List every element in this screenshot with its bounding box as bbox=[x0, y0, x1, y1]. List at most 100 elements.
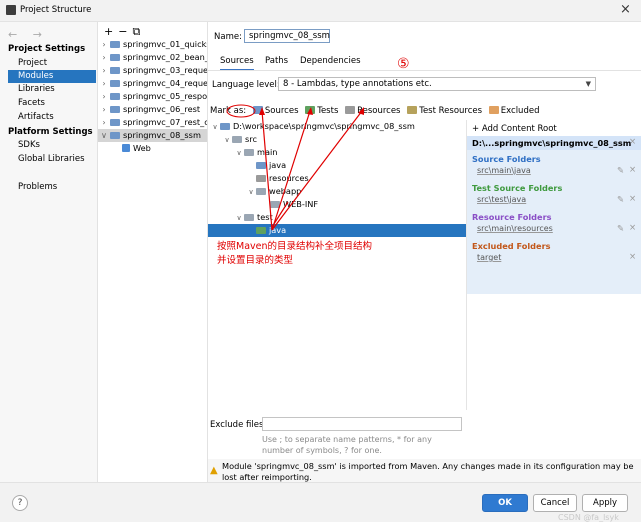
nav-item-modules[interactable]: Modules bbox=[8, 70, 96, 83]
step-number-circle: ⑤ bbox=[397, 56, 410, 72]
resources-folder-icon bbox=[345, 106, 356, 114]
tree-row[interactable]: ∨ test bbox=[208, 211, 466, 224]
module-icon bbox=[110, 106, 120, 113]
content-root-path: D:\...springmvc\springmvc_08_ssm bbox=[472, 138, 632, 148]
module-item[interactable]: ›springmvc_07_rest_case bbox=[98, 116, 207, 129]
close-icon[interactable]: × bbox=[629, 165, 636, 175]
module-icon bbox=[110, 67, 120, 74]
edit-icon[interactable]: ✎ bbox=[617, 195, 624, 205]
module-icon bbox=[110, 41, 120, 48]
close-icon[interactable]: × bbox=[629, 252, 636, 262]
chevron-right-icon[interactable]: › bbox=[98, 103, 110, 116]
resources-folder-icon bbox=[256, 175, 266, 182]
chevron-right-icon[interactable]: › bbox=[98, 51, 110, 64]
chevron-right-icon[interactable]: › bbox=[98, 77, 110, 90]
module-item[interactable]: ›springmvc_03_request_mapping bbox=[98, 64, 207, 77]
nav-item-facets[interactable]: Facets bbox=[8, 97, 96, 110]
tree-row[interactable]: java bbox=[208, 159, 466, 172]
exclude-files-input[interactable] bbox=[262, 417, 462, 431]
module-icon bbox=[110, 54, 120, 61]
close-icon[interactable]: × bbox=[620, 2, 631, 17]
watermark: CSDN @fa_lsyk bbox=[558, 513, 619, 522]
nav-item-global-libraries[interactable]: Global Libraries bbox=[8, 153, 96, 166]
module-icon bbox=[110, 93, 120, 100]
tree-row[interactable]: resources bbox=[208, 172, 466, 185]
remove-module-icon[interactable]: − bbox=[118, 25, 132, 38]
tree-row[interactable]: ∨ webapp bbox=[208, 185, 466, 198]
test-folder-icon bbox=[256, 227, 266, 234]
add-content-root-link[interactable]: + Add Content Root bbox=[472, 124, 557, 134]
resource-folder-path: src\main\resources bbox=[477, 224, 553, 233]
tree-row[interactable]: ∨ src bbox=[208, 133, 466, 146]
tab-sources[interactable]: Sources bbox=[220, 56, 254, 71]
apply-button[interactable]: Apply bbox=[582, 494, 628, 512]
window-title: Project Structure bbox=[20, 5, 92, 15]
tests-folder-icon bbox=[305, 106, 316, 114]
module-item[interactable]: ›springmvc_01_quickstart bbox=[98, 38, 207, 51]
exclude-files-label: Exclude files: bbox=[210, 420, 267, 430]
mark-tests-button[interactable]: Tests bbox=[305, 104, 338, 118]
tree-row[interactable]: ∨ D:\workspace\springmvc\springmvc_08_ssm bbox=[208, 120, 466, 133]
module-item[interactable]: › springmvc_06_rest bbox=[98, 103, 207, 116]
folder-icon bbox=[244, 149, 254, 156]
nav-item-sdks[interactable]: SDKs bbox=[8, 139, 96, 152]
content-root-header[interactable]: D:\...springmvc\springmvc_08_ssm × bbox=[467, 136, 641, 150]
mark-resources-button[interactable]: Resources bbox=[345, 104, 401, 118]
copy-module-icon[interactable]: ⧉ bbox=[132, 25, 145, 38]
nav-item-project[interactable]: Project bbox=[8, 57, 96, 70]
language-level-select[interactable]: 8 - Lambdas, type annotations etc. ▼ bbox=[278, 77, 596, 91]
web-facet-icon bbox=[122, 144, 130, 152]
root-details: Source Folders src\main\java ✎ × Test So… bbox=[467, 150, 641, 294]
mark-excluded-button[interactable]: Excluded bbox=[488, 104, 539, 118]
sources-folder-icon bbox=[256, 162, 266, 169]
mark-test-resources-button[interactable]: Test Resources bbox=[407, 104, 482, 118]
annotation-line-1: 按照Maven的目录结构补全项目结构 bbox=[217, 241, 373, 252]
resource-folders-title: Resource Folders bbox=[472, 212, 552, 222]
module-item-selected[interactable]: ∨ springmvc_08_ssm bbox=[98, 129, 207, 142]
folder-icon bbox=[232, 136, 242, 143]
close-icon[interactable]: × bbox=[629, 223, 636, 233]
close-icon[interactable]: × bbox=[629, 137, 636, 147]
folder-icon bbox=[270, 201, 280, 208]
help-button[interactable]: ? bbox=[12, 495, 28, 511]
warning-icon: ▲ bbox=[210, 465, 218, 476]
module-icon bbox=[110, 132, 120, 139]
folder-icon bbox=[256, 188, 266, 195]
back-forward-icons[interactable]: ← → bbox=[8, 28, 48, 41]
chevron-right-icon[interactable]: › bbox=[98, 64, 110, 77]
close-icon[interactable]: × bbox=[629, 194, 636, 204]
mark-sources-button[interactable]: Sources bbox=[252, 104, 299, 118]
module-item[interactable]: ›springmvc_02_bean_load bbox=[98, 51, 207, 64]
sources-folder-icon bbox=[252, 106, 263, 114]
edit-icon[interactable]: ✎ bbox=[617, 224, 624, 234]
edit-icon[interactable]: ✎ bbox=[617, 166, 624, 176]
modules-panel: +−⧉ ›springmvc_01_quickstart ›springmvc_… bbox=[98, 22, 208, 482]
chevron-right-icon[interactable]: › bbox=[98, 38, 110, 51]
add-module-icon[interactable]: + bbox=[104, 25, 118, 38]
dialog-footer: ? OK Cancel Apply CSDN @fa_lsyk bbox=[0, 482, 641, 522]
excluded-folder-path: target bbox=[477, 253, 502, 262]
excluded-folders-title: Excluded Folders bbox=[472, 241, 551, 251]
nav-item-problems[interactable]: Problems bbox=[8, 181, 96, 194]
tree-row[interactable]: ∨ main bbox=[208, 146, 466, 159]
chevron-down-icon[interactable]: ∨ bbox=[98, 129, 110, 142]
title-bar: Project Structure × bbox=[0, 0, 641, 22]
module-child-web[interactable]: Web bbox=[98, 142, 207, 155]
nav-item-artifacts[interactable]: Artifacts bbox=[8, 111, 96, 124]
module-item[interactable]: ›springmvc_04_request_param bbox=[98, 77, 207, 90]
ok-button[interactable]: OK bbox=[482, 494, 528, 512]
chevron-right-icon[interactable]: › bbox=[98, 116, 110, 129]
tree-row-selected[interactable]: java bbox=[208, 224, 466, 237]
test-source-folders-title: Test Source Folders bbox=[472, 183, 563, 193]
chevron-right-icon[interactable]: › bbox=[98, 90, 110, 103]
language-level-value: 8 - Lambdas, type annotations etc. bbox=[283, 79, 432, 89]
project-settings-heading: Project Settings bbox=[8, 44, 86, 54]
tab-paths[interactable]: Paths bbox=[265, 56, 288, 66]
tree-row[interactable]: WEB-INF bbox=[208, 198, 466, 211]
exclude-files-hint: Use ; to separate name patterns, * for a… bbox=[262, 435, 432, 455]
module-icon bbox=[110, 80, 120, 87]
nav-item-libraries[interactable]: Libraries bbox=[8, 83, 96, 96]
module-item[interactable]: ›springmvc_05_response bbox=[98, 90, 207, 103]
tab-dependencies[interactable]: Dependencies bbox=[300, 56, 361, 66]
cancel-button[interactable]: Cancel bbox=[533, 494, 577, 512]
